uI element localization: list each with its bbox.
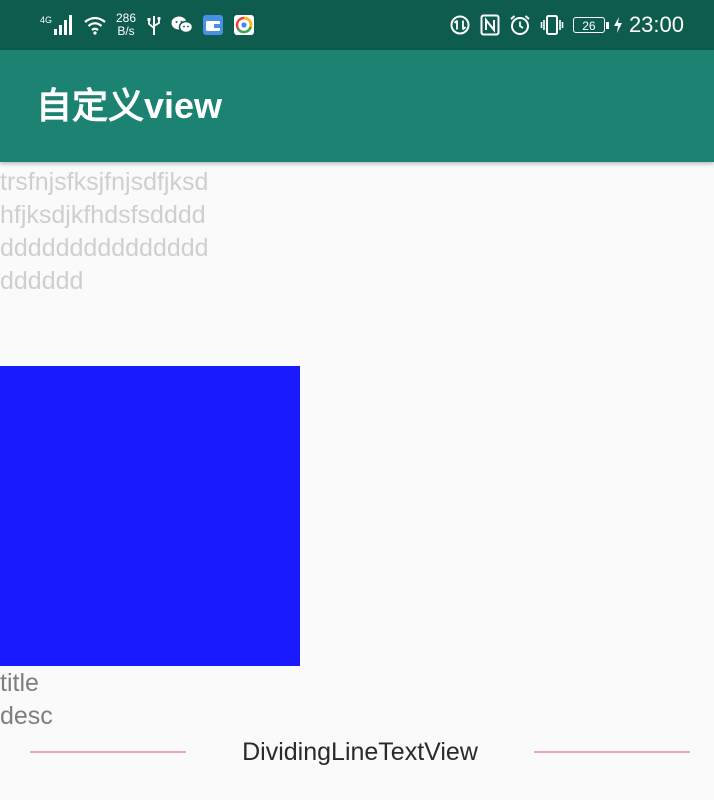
screen: 4G 286 B/s 26 23:00 自定义view trsfnjsfksjf… [0, 0, 714, 800]
wifi-icon [83, 15, 107, 35]
network-type-label: 4G [40, 15, 52, 25]
blue-square-view [0, 366, 300, 666]
status-clock: 23:00 [628, 12, 684, 37]
battery-icon: 26 [572, 17, 609, 33]
title-text: title [0, 669, 39, 697]
data-saver-icon [449, 14, 471, 36]
wechat-icon [171, 15, 194, 35]
wallet-icon [202, 14, 224, 36]
usb-icon [146, 14, 162, 36]
divider-line-left [30, 751, 186, 753]
signal-icon: 4G [40, 14, 74, 36]
content-area: trsfnjsfksjfnjsdfjksdhfjksdjkfhdsfsddddd… [0, 162, 714, 800]
status-bar: 4G 286 B/s 26 23:00 [0, 0, 714, 50]
app-bar: 自定义view [0, 50, 714, 162]
status-bar-left: 4G 286 B/s [40, 0, 264, 50]
nfc-icon [480, 14, 500, 36]
browser-icon [233, 14, 255, 36]
divider-line-right [534, 751, 690, 753]
app-title: 自定义view [36, 85, 223, 126]
net-speed-unit: B/s [117, 24, 135, 38]
dividing-line-text-view: DividingLineTextView [0, 734, 714, 770]
net-speed: 286 B/s [116, 12, 136, 38]
wrap-text-view: trsfnjsfksjfnjsdfjksdhfjksdjkfhdsfsddddd… [0, 168, 209, 295]
status-bar-right: 26 23:00 [449, 0, 684, 50]
battery-level: 26 [572, 17, 605, 33]
vibrate-icon [540, 14, 564, 36]
divider-label: DividingLineTextView [242, 738, 478, 766]
alarm-icon [509, 14, 531, 36]
desc-text: desc [0, 702, 53, 730]
charging-icon [613, 16, 623, 34]
